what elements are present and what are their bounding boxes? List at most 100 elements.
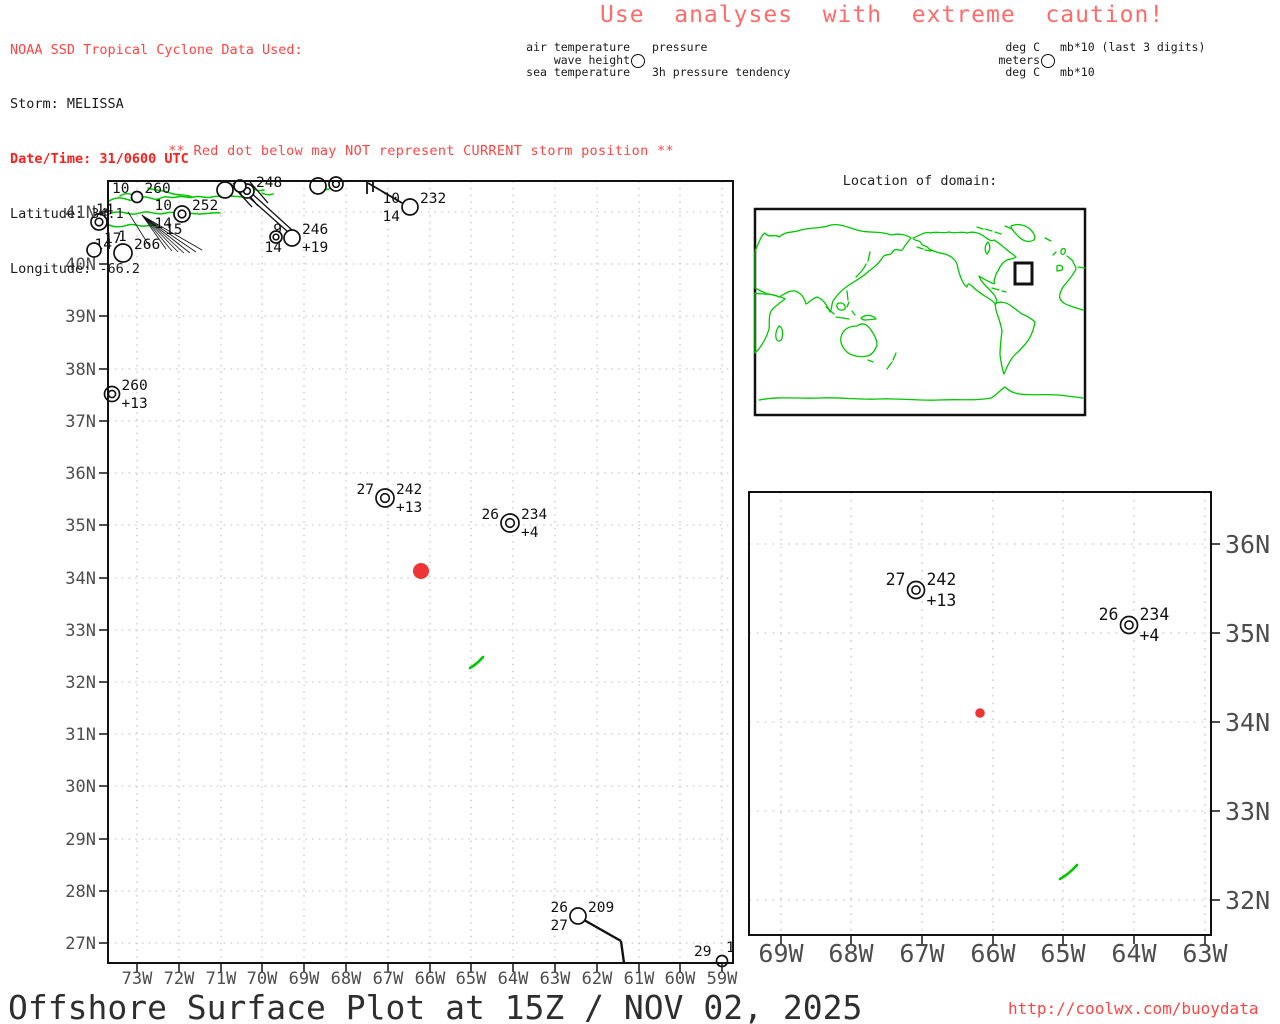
- lat-label: 28N: [65, 882, 96, 902]
- offshore-surface-plot-page: 10 260 10 252 14 14 266 248 9 246 14 +19 10 232 14 260 +…: [0, 0, 1280, 1024]
- storm-position-warning: ** Red dot below may NOT represent CURRE…: [168, 143, 674, 159]
- lat-label: 32N: [65, 673, 96, 693]
- station-circle: [500, 513, 520, 533]
- station-tendency: +4: [1140, 626, 1160, 645]
- station-circle-icon: [1041, 54, 1055, 68]
- station-circle: [328, 176, 344, 192]
- lon-label: 69W: [289, 969, 320, 989]
- world-inset-map: [753, 207, 1087, 417]
- units-air-temperature: deg C: [1005, 40, 1040, 54]
- station-air-temp: 10: [383, 191, 400, 207]
- station-circle: [401, 198, 419, 216]
- lat-label: 38N: [65, 360, 96, 380]
- lon-label: 67W: [899, 939, 945, 968]
- station-sea-temp: 14: [383, 209, 401, 225]
- legend-air-temperature: air temperature: [526, 40, 630, 54]
- lat-label: 31N: [65, 725, 96, 745]
- data-source-line: NOAA SSD Tropical Cyclone Data Used:: [10, 41, 303, 58]
- station-pressure: 234: [1140, 605, 1170, 624]
- lat-label: 35N: [1225, 619, 1270, 648]
- station-circle: [569, 907, 587, 925]
- lat-label: 30N: [65, 777, 96, 797]
- lat-label: 33N: [1225, 797, 1270, 826]
- station-plot: 26 209 27: [551, 900, 615, 934]
- lat-label: 27N: [65, 934, 96, 954]
- station-pressure: 260: [122, 378, 148, 394]
- station-tendency: +13: [927, 591, 957, 610]
- units-sea-temperature: deg C: [1005, 65, 1040, 79]
- station-air-temp: 26: [551, 900, 568, 916]
- station-plot: 10 232 14: [383, 191, 447, 225]
- world-coastlines: [754, 223, 1086, 401]
- lon-label: 65W: [456, 969, 487, 989]
- units-pressure: mb*10 (last 3 digits): [1060, 40, 1206, 54]
- world-inset-title: Location of domain:: [842, 173, 998, 189]
- station-tendency: +19: [302, 240, 328, 256]
- lat-label: 36N: [65, 464, 96, 484]
- station-plot: 26 234 +4: [482, 507, 548, 541]
- lon-label: 61W: [624, 969, 655, 989]
- lon-label: 66W: [970, 939, 1016, 968]
- station-circle: [375, 488, 395, 508]
- station-pressure: 242: [927, 570, 957, 589]
- station-plot: 26 234 +4: [1099, 605, 1170, 645]
- lat-label: 36N: [1225, 530, 1270, 559]
- lat-label: 29N: [65, 830, 96, 850]
- lon-label: 64W: [1111, 939, 1157, 968]
- station-air-temp: 27: [886, 570, 906, 589]
- lon-label: 64W: [498, 969, 529, 989]
- main-map-axes: 73W 72W 71W 70W 69W 68W 67W 66W 65W 64W 63W 62W 61W 6…: [65, 203, 738, 989]
- station-plot: 27 242 +13: [886, 570, 957, 610]
- storm-position-red-dot: [413, 563, 429, 579]
- wind-barb-line: [583, 918, 622, 943]
- storm-position-red-dot: [975, 708, 985, 718]
- legend-pressure-tendency: 3h pressure tendency: [652, 65, 791, 79]
- station-circle: [906, 580, 926, 600]
- lat-label: 35N: [65, 516, 96, 536]
- lon-label: 72W: [164, 969, 195, 989]
- lat-label: 34N: [65, 569, 96, 589]
- station-pressure: 232: [420, 191, 446, 207]
- lat-label: 37N: [65, 412, 96, 432]
- storm-name-line: Storm: MELISSA: [10, 96, 124, 113]
- legend-sea-temperature: sea temperature: [526, 65, 630, 79]
- lon-label: 59W: [707, 969, 738, 989]
- station-air-temp: 26: [482, 507, 499, 523]
- lon-label: 62W: [582, 969, 613, 989]
- lon-label: 68W: [828, 939, 874, 968]
- station-extra-label: 29: [694, 944, 711, 960]
- lon-label: 68W: [331, 969, 362, 989]
- station-circle: [103, 385, 121, 403]
- longitude-line: Longitude: -66.2: [10, 261, 141, 278]
- lon-label: 66W: [415, 969, 446, 989]
- station-circle-icon: [631, 54, 645, 68]
- lon-label: 71W: [206, 969, 237, 989]
- lon-label: 70W: [247, 969, 278, 989]
- station-tendency: +13: [396, 500, 422, 516]
- zoom-inset-axes: 69W 68W 67W 66W 65W 64W 63W 36N 35N 34N 33N 32N: [758, 530, 1270, 968]
- station-circle: [1119, 615, 1139, 635]
- lon-label: 60W: [665, 969, 696, 989]
- station-air-temp: 27: [357, 482, 374, 498]
- lon-label: 63W: [540, 969, 571, 989]
- station-pressure: 234: [521, 507, 547, 523]
- lon-label: 67W: [373, 969, 404, 989]
- station-plot: 260+13: [103, 378, 148, 412]
- lon-label: 65W: [1040, 939, 1086, 968]
- plot-title: Offshore Surface Plot at 15Z / NOV 02, 2…: [8, 988, 863, 1024]
- station-tendency: +13: [122, 396, 148, 412]
- lat-label: 32N: [1225, 886, 1270, 915]
- latitude-line: Latitude: 34.1: [10, 206, 124, 223]
- station-plot: 27 242 +13: [357, 482, 423, 516]
- station-tendency: +4: [521, 525, 539, 541]
- wind-barb-line: [619, 940, 626, 964]
- source-url-link[interactable]: http://coolwx.com/buoydata: [1008, 999, 1258, 1018]
- lat-label: 33N: [65, 621, 96, 641]
- lat-label: 34N: [1225, 708, 1270, 737]
- zoom-inset-stations: 27 242 +13 26 234 +4: [886, 570, 1170, 718]
- station-pressure: 242: [396, 482, 422, 498]
- lon-label: 73W: [122, 969, 153, 989]
- station-air-temp: 26: [1099, 605, 1119, 624]
- header-info-block: NOAA SSD Tropical Cyclone Data Used: Sto…: [10, 4, 303, 315]
- lon-label: 69W: [758, 939, 804, 968]
